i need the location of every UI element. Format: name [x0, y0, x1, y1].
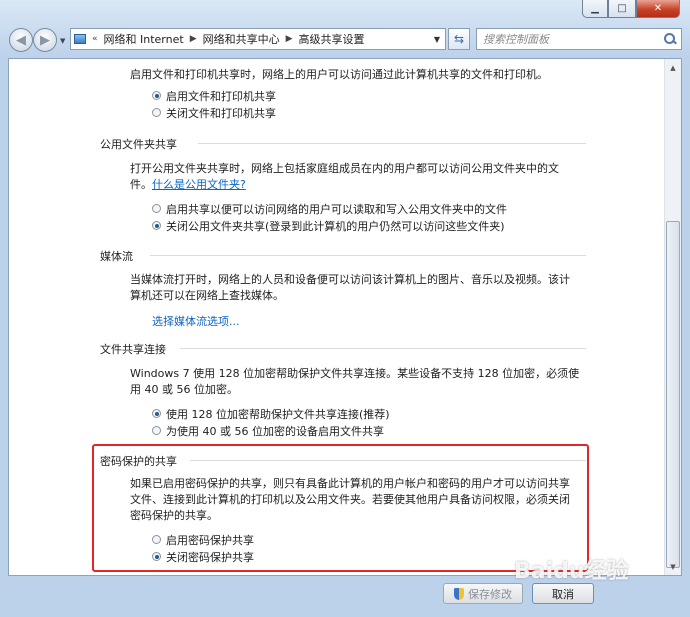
cancel-label: 取消 — [552, 587, 574, 601]
refresh-icon: ⇆ — [453, 32, 465, 46]
section-divider — [180, 348, 586, 349]
forward-arrow-icon: ▶ — [40, 32, 50, 48]
uac-shield-icon — [454, 587, 464, 600]
radio-40-56-bit-encryption[interactable] — [152, 426, 161, 435]
radio-label-128-bit-encryption[interactable]: 使用 128 位加密帮助保护文件共享连接(推荐) — [166, 406, 390, 422]
breadcrumb: « 网络和 Internet ▶ 网络和共享中心 ▶ 高级共享设置 — [86, 31, 365, 47]
save-changes-button[interactable]: 保存修改 — [443, 583, 523, 604]
forward-button[interactable]: ▶ — [33, 28, 57, 52]
control-panel-window: ▁ □ ✕ ◀ ▶ ▼ « 网络和 Internet ▶ 网络和共享中心 ▶ 高… — [0, 0, 690, 617]
radio-disable-public-folder[interactable] — [152, 221, 161, 230]
back-button[interactable]: ◀ — [9, 28, 33, 52]
radio-enable-file-printer[interactable] — [152, 91, 161, 100]
cancel-button[interactable]: 取消 — [532, 583, 594, 604]
address-dropdown-icon[interactable]: ▼ — [429, 35, 445, 44]
search-box — [476, 28, 682, 50]
radio-enable-public-folder[interactable] — [152, 204, 161, 213]
control-panel-icon — [74, 34, 86, 44]
refresh-button[interactable]: ⇆ — [448, 28, 470, 50]
search-icon[interactable] — [664, 33, 676, 45]
breadcrumb-network-sharing-center[interactable]: 网络和共享中心 — [203, 31, 280, 47]
window-caption-buttons: ▁ □ ✕ — [582, 0, 680, 18]
media-streaming-description: 当媒体流打开时，网络上的人员和设备便可以访问该计算机上的图片、音乐以及视频。该计… — [130, 273, 570, 302]
media-streaming-heading: 媒体流 — [100, 250, 133, 263]
vertical-scrollbar[interactable]: ▲ ▼ — [664, 59, 681, 575]
breadcrumb-network-internet[interactable]: 网络和 Internet — [104, 31, 184, 47]
scroll-up-icon[interactable]: ▲ — [665, 59, 681, 76]
scrollbar-thumb[interactable] — [666, 221, 680, 568]
radio-128-bit-encryption[interactable] — [152, 409, 161, 418]
breadcrumb-advanced-sharing[interactable]: 高级共享设置 — [299, 31, 365, 47]
radio-disable-file-printer[interactable] — [152, 108, 161, 117]
recent-pages-dropdown[interactable]: ▼ — [60, 37, 65, 45]
navigation-bar: ◀ ▶ ▼ « 网络和 Internet ▶ 网络和共享中心 ▶ 高级共享设置 … — [0, 24, 690, 56]
breadcrumb-separator-icon[interactable]: ▶ — [286, 34, 293, 44]
file-sharing-connections-heading: 文件共享连接 — [100, 343, 166, 356]
section-divider — [150, 255, 586, 256]
radio-label-disable-file-printer[interactable]: 关闭文件和打印机共享 — [166, 105, 276, 121]
breadcrumb-overflow-icon[interactable]: « — [92, 34, 98, 44]
what-is-public-folder-link[interactable]: 什么是公用文件夹? — [152, 178, 246, 191]
breadcrumb-separator-icon[interactable]: ▶ — [190, 34, 197, 44]
public-folder-heading: 公用文件夹共享 — [100, 138, 177, 151]
radio-label-40-56-bit-encryption[interactable]: 为使用 40 或 56 位加密的设备启用文件共享 — [166, 423, 384, 439]
search-input[interactable] — [477, 31, 665, 47]
section-divider — [198, 143, 586, 144]
radio-label-disable-public-folder[interactable]: 关闭公用文件夹共享(登录到此计算机的用户仍然可以访问这些文件夹) — [166, 218, 505, 234]
address-bar[interactable]: « 网络和 Internet ▶ 网络和共享中心 ▶ 高级共享设置 ▼ — [70, 28, 446, 50]
close-button[interactable]: ✕ — [636, 0, 680, 18]
baidu-watermark: Baidu经验 — [514, 559, 629, 584]
minimize-button[interactable]: ▁ — [582, 0, 608, 18]
maximize-button[interactable]: □ — [608, 0, 636, 18]
radio-label-enable-public-folder[interactable]: 启用共享以便可以访问网络的用户可以读取和写入公用文件夹中的文件 — [166, 201, 507, 217]
public-folder-description-block: 打开公用文件夹共享时，网络上包括家庭组成员在内的用户都可以访问公用文件夹中的文件… — [130, 161, 580, 193]
scroll-down-icon[interactable]: ▼ — [665, 558, 681, 575]
save-changes-label: 保存修改 — [468, 587, 512, 601]
media-streaming-options-link[interactable]: 选择媒体流选项... — [152, 313, 240, 329]
radio-label-enable-file-printer[interactable]: 启用文件和打印机共享 — [166, 88, 276, 104]
file-printer-description: 启用文件和打印机共享时，网络上的用户可以访问通过此计算机共享的文件和打印机。 — [130, 68, 548, 81]
back-arrow-icon: ◀ — [16, 32, 26, 48]
encryption-description: Windows 7 使用 128 位加密帮助保护文件共享连接。某些设备不支持 1… — [130, 367, 580, 396]
